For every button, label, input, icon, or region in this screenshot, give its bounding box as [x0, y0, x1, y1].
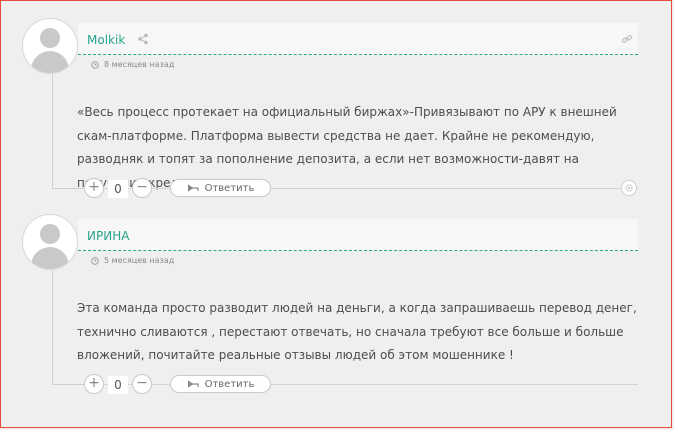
actions-divider — [84, 188, 638, 189]
reply-icon — [187, 380, 199, 388]
avatar-body — [31, 247, 69, 269]
thread-line — [52, 270, 53, 384]
avatar-head — [40, 28, 60, 48]
share-icon[interactable] — [137, 33, 149, 45]
clock-icon — [91, 256, 99, 265]
comment-time-text: 8 месяцев назад — [104, 60, 175, 69]
reply-icon — [187, 184, 199, 192]
avatar-body — [31, 51, 69, 73]
comment-time: 5 месяцев назад — [91, 256, 174, 265]
vote-count: 0 — [108, 376, 128, 394]
thread-line — [52, 74, 53, 188]
avatar-head — [40, 224, 60, 244]
avatar — [22, 214, 78, 270]
reply-button[interactable]: Ответить — [170, 375, 271, 393]
vote-count: 0 — [108, 180, 128, 198]
thread-connector — [52, 384, 84, 385]
settings-icon[interactable] — [621, 180, 637, 196]
vote-up-button[interactable]: + — [84, 178, 104, 198]
comment-author[interactable]: ИРИНА — [87, 229, 129, 243]
comment-author[interactable]: Molkik — [87, 33, 125, 47]
reply-label: Ответить — [204, 378, 255, 390]
vote-down-button[interactable]: − — [132, 178, 152, 198]
link-icon[interactable] — [621, 33, 633, 45]
vote-up-button[interactable]: + — [84, 374, 104, 394]
comment-text: Эта команда просто разводит людей на ден… — [77, 301, 637, 362]
comment-time: 8 месяцев назад — [91, 60, 174, 69]
avatar — [22, 18, 78, 74]
comment-header — [78, 23, 638, 55]
reply-button[interactable]: Ответить — [170, 179, 271, 197]
vote-down-button[interactable]: − — [132, 374, 152, 394]
comment-text: «Весь процесс протекает на официальный б… — [77, 105, 617, 190]
reply-label: Ответить — [204, 182, 255, 194]
clock-icon — [91, 60, 99, 69]
comment-time-text: 5 месяцев назад — [104, 256, 175, 265]
comment-header — [78, 219, 638, 251]
actions-divider — [84, 384, 638, 385]
